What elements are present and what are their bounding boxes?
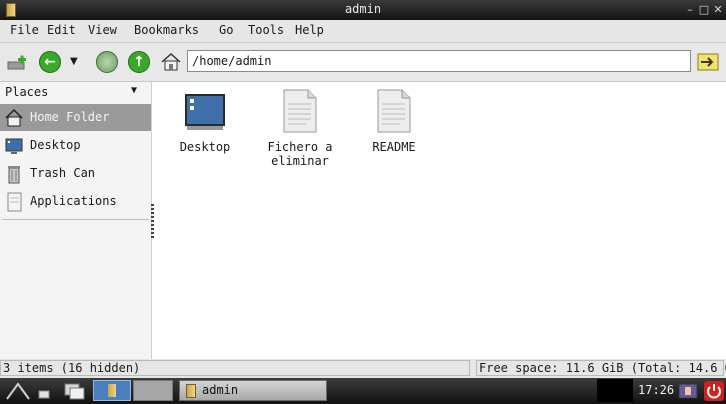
user-session-icon bbox=[678, 383, 698, 399]
maximize-button[interactable]: □ bbox=[698, 4, 710, 16]
sidebar-header-label: Places bbox=[5, 85, 49, 99]
sidebar-item-label: Desktop bbox=[30, 138, 81, 152]
taskbar-window-label: admin bbox=[202, 383, 239, 397]
new-window-button[interactable] bbox=[6, 51, 28, 73]
sidebar-divider bbox=[2, 219, 149, 220]
applications-icon bbox=[7, 192, 22, 212]
trash-icon bbox=[8, 166, 20, 184]
go-arrow-icon bbox=[697, 53, 719, 71]
sidebar: Places ▼ Home Folder Desktop Trash Can A… bbox=[0, 82, 152, 359]
new-window-icon bbox=[7, 55, 26, 70]
chevron-down-icon: ▼ bbox=[70, 56, 78, 67]
file-item-label: README bbox=[372, 140, 416, 154]
taskbar-window-admin[interactable]: admin bbox=[179, 380, 327, 401]
file-item-label: Desktop bbox=[179, 140, 231, 154]
desktop-folder-icon bbox=[183, 88, 227, 134]
up-arrow-icon: ↑ bbox=[133, 54, 145, 70]
start-menu-button[interactable] bbox=[4, 381, 32, 401]
window-titlebar[interactable]: admin – □ ✕ bbox=[0, 0, 726, 20]
file-item-desktop[interactable]: Desktop bbox=[165, 88, 245, 154]
sidebar-item-home-folder[interactable]: Home Folder bbox=[0, 104, 151, 131]
sidebar-item-trash-can[interactable]: Trash Can bbox=[0, 160, 151, 187]
home-button[interactable] bbox=[160, 51, 182, 73]
minimize-button[interactable]: – bbox=[684, 4, 696, 16]
status-free-space: Free space: 11.6 GiB (Total: 14.6 GiB) bbox=[476, 360, 726, 376]
menu-bar: File Edit View Bookmarks Go Tools Help bbox=[0, 20, 726, 43]
home-icon bbox=[5, 108, 23, 127]
file-item-fichero-a-eliminar[interactable]: Fichero a eliminar bbox=[260, 88, 340, 168]
back-arrow-icon: ← bbox=[44, 54, 56, 70]
menu-file[interactable]: File bbox=[10, 23, 39, 37]
workspace-1[interactable] bbox=[93, 380, 131, 401]
menu-go[interactable]: Go bbox=[219, 23, 233, 37]
power-icon bbox=[704, 381, 724, 401]
status-bar: 3 items (16 hidden) Free space: 11.6 GiB… bbox=[0, 359, 726, 378]
window-switcher-button[interactable] bbox=[64, 382, 86, 400]
history-dropdown-button[interactable]: ▼ bbox=[70, 51, 92, 73]
start-menu-icon bbox=[6, 382, 30, 400]
window-switcher-icon bbox=[64, 383, 85, 400]
show-desktop-button[interactable] bbox=[38, 383, 56, 399]
menu-tools[interactable]: Tools bbox=[248, 23, 284, 37]
file-view[interactable]: Desktop Fichero a eliminar README bbox=[155, 82, 726, 359]
system-tray-area bbox=[597, 379, 633, 402]
home-icon bbox=[161, 52, 181, 71]
sidebar-item-label: Home Folder bbox=[30, 110, 110, 124]
close-button[interactable]: ✕ bbox=[712, 4, 724, 16]
user-switch-button[interactable] bbox=[678, 381, 698, 401]
back-button[interactable]: ← bbox=[39, 51, 61, 73]
status-item-count: 3 items (16 hidden) bbox=[0, 360, 470, 376]
up-button[interactable]: ↑ bbox=[128, 51, 150, 73]
sidebar-item-desktop[interactable]: Desktop bbox=[0, 132, 151, 159]
text-file-icon bbox=[372, 88, 416, 134]
file-item-readme[interactable]: README bbox=[354, 88, 434, 154]
menu-help[interactable]: Help bbox=[295, 23, 324, 37]
sidebar-places-selector[interactable]: Places ▼ bbox=[0, 82, 151, 104]
location-input[interactable]: /home/admin bbox=[187, 50, 691, 72]
window-title: admin bbox=[344, 2, 382, 16]
shutdown-button[interactable] bbox=[704, 381, 724, 401]
desktop-icon bbox=[5, 138, 23, 154]
sidebar-item-label: Trash Can bbox=[30, 166, 96, 180]
workspace-2[interactable] bbox=[133, 380, 173, 401]
menu-view[interactable]: View bbox=[88, 23, 117, 37]
taskbar: admin 17:26 bbox=[0, 378, 726, 404]
file-item-label: Fichero a eliminar bbox=[267, 140, 333, 168]
sidebar-item-applications[interactable]: Applications bbox=[0, 188, 151, 215]
menu-bookmarks[interactable]: Bookmarks bbox=[134, 23, 199, 37]
menu-edit[interactable]: Edit bbox=[47, 23, 76, 37]
text-file-icon bbox=[278, 88, 322, 134]
sidebar-resize-handle[interactable] bbox=[151, 204, 154, 238]
forward-button[interactable] bbox=[96, 51, 118, 73]
sidebar-item-label: Applications bbox=[30, 194, 117, 208]
chevron-down-icon: ▼ bbox=[131, 85, 138, 96]
file-manager-app-icon bbox=[186, 384, 196, 398]
show-desktop-icon bbox=[38, 390, 50, 399]
go-button[interactable] bbox=[697, 51, 719, 73]
workspace-window-icon bbox=[108, 384, 116, 397]
clock[interactable]: 17:26 bbox=[638, 383, 674, 397]
